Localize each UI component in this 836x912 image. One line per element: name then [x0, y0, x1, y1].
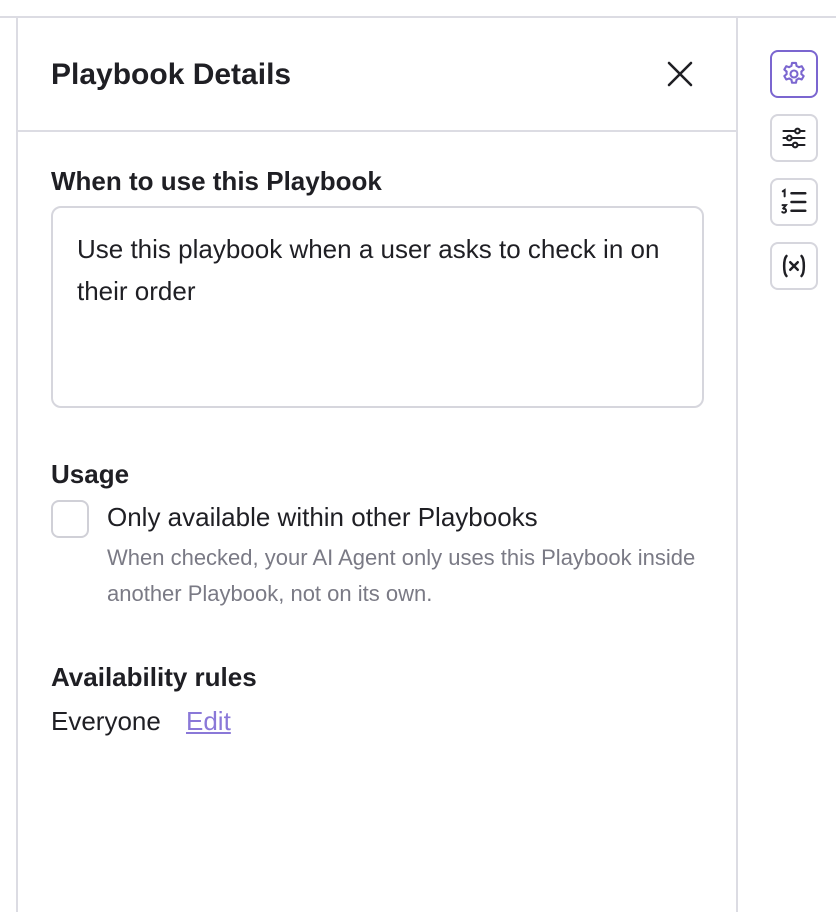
right-divider [736, 16, 738, 912]
usage-helper-text: When checked, your AI Agent only uses th… [107, 545, 696, 606]
close-button[interactable] [662, 56, 698, 92]
rail-settings-button[interactable] [770, 50, 818, 98]
availability-value: Everyone [51, 706, 161, 736]
rail-steps-button[interactable] [770, 178, 818, 226]
usage-checkbox-label: Only available within other Playbooks [107, 502, 538, 532]
playbook-details-panel: Playbook Details When to use this Playbo… [18, 18, 736, 912]
availability-edit-link[interactable]: Edit [186, 706, 231, 737]
variable-icon [782, 254, 806, 278]
sliders-icon [782, 127, 806, 149]
when-to-use-label: When to use this Playbook [51, 166, 382, 196]
panel-header: Playbook Details [18, 18, 736, 132]
when-to-use-textarea[interactable]: Use this playbook when a user asks to ch… [51, 206, 704, 408]
availability-rules-label: Availability rules [51, 662, 257, 692]
gear-icon [783, 61, 805, 84]
panel-title: Playbook Details [51, 58, 292, 91]
rail-variables-button[interactable] [770, 242, 818, 290]
numbered-list-icon [781, 188, 807, 214]
close-icon [667, 61, 693, 87]
usage-checkbox[interactable] [51, 500, 89, 538]
usage-label: Usage [51, 459, 130, 489]
rail-filters-button[interactable] [770, 114, 818, 162]
